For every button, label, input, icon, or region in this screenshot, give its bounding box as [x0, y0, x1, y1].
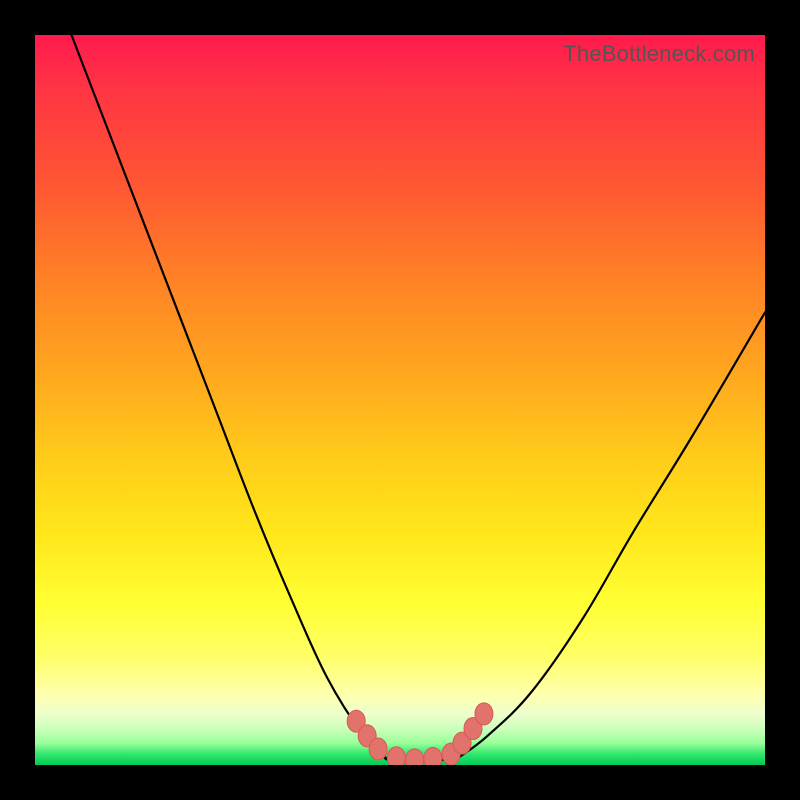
valley-marker — [424, 747, 442, 765]
curve-path — [72, 35, 766, 761]
valley-marker — [387, 747, 405, 765]
valley-marker — [475, 703, 493, 725]
valley-marker — [406, 749, 424, 765]
plot-area: TheBottleneck.com — [35, 35, 765, 765]
bottleneck-curve — [35, 35, 765, 765]
valley-marker — [369, 738, 387, 760]
valley-markers-group — [347, 703, 493, 765]
chart-frame: TheBottleneck.com — [0, 0, 800, 800]
